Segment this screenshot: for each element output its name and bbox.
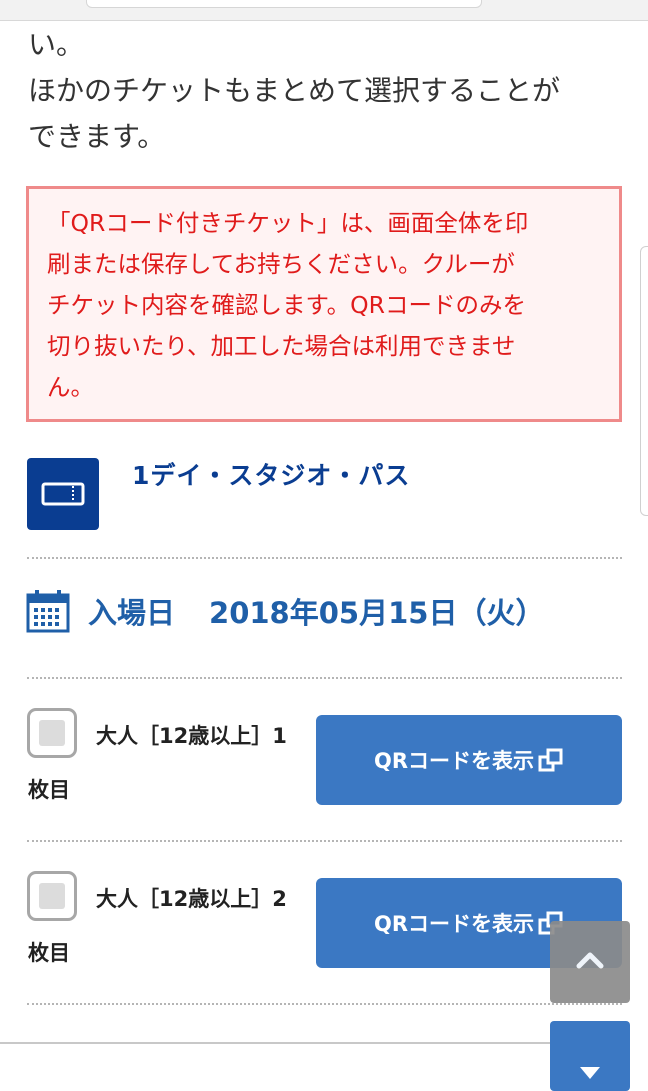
external-window-icon <box>538 748 563 772</box>
checkbox-fill <box>39 883 65 909</box>
show-qr-button-label: QRコードを表示 <box>373 749 535 773</box>
entry-date-row: 入場日 2018年05月15日（火） <box>26 586 544 636</box>
ticket-checkbox[interactable] <box>27 708 77 758</box>
ticket-count-label: 枚目 <box>28 941 70 965</box>
ticket-name: 1デイ・スタジオ・パス <box>132 461 411 490</box>
divider <box>27 1003 622 1005</box>
ticket-type-label: 大人［12歳以上］1 <box>96 724 287 748</box>
intro-text: い。 ほかのチケットもまとめて選択することが できます。 <box>28 22 628 160</box>
entry-date-label: 入場日 <box>88 596 176 630</box>
divider <box>27 840 622 842</box>
intro-line: い。 <box>28 28 85 61</box>
scroll-to-top-button[interactable] <box>550 921 630 1003</box>
checkbox-fill <box>39 720 65 746</box>
chevron-down-icon <box>580 1067 600 1079</box>
intro-line: できます。 <box>28 120 166 153</box>
ticket-type-label: 大人［12歳以上］2 <box>96 887 287 911</box>
show-qr-button-label: QRコードを表示 <box>373 912 535 936</box>
entry-date-value: 2018年05月15日（火） <box>209 596 545 630</box>
chevron-up-icon <box>576 952 604 969</box>
footer-divider <box>0 1042 550 1044</box>
calendar-icon <box>26 590 70 633</box>
notice-line: 「QRコード付きチケット」は、画面全体を印 <box>47 209 529 237</box>
notice-line: ん。 <box>47 373 94 401</box>
address-bar[interactable] <box>86 0 482 8</box>
notice-line: チケット内容を確認します。QRコードのみを <box>47 291 526 319</box>
scroll-down-button[interactable] <box>550 1021 630 1091</box>
qr-notice-box: 「QRコード付きチケット」は、画面全体を印 刷または保存してお持ちください。クル… <box>26 186 622 422</box>
notice-line: 切り抜いたり、加工した場合は利用できませ <box>47 332 516 360</box>
notice-line: 刷または保存してお持ちください。クルーが <box>47 250 515 278</box>
ticket-count-label: 枚目 <box>28 778 70 802</box>
ticket-icon <box>27 458 99 530</box>
intro-line: ほかのチケットもまとめて選択することが <box>28 74 561 107</box>
browser-top-bar <box>0 0 648 21</box>
show-qr-button[interactable]: QRコードを表示 <box>316 715 622 805</box>
divider <box>27 557 622 559</box>
divider <box>27 677 622 679</box>
side-drawer-handle[interactable] <box>640 246 648 516</box>
ticket-checkbox[interactable] <box>27 871 77 921</box>
